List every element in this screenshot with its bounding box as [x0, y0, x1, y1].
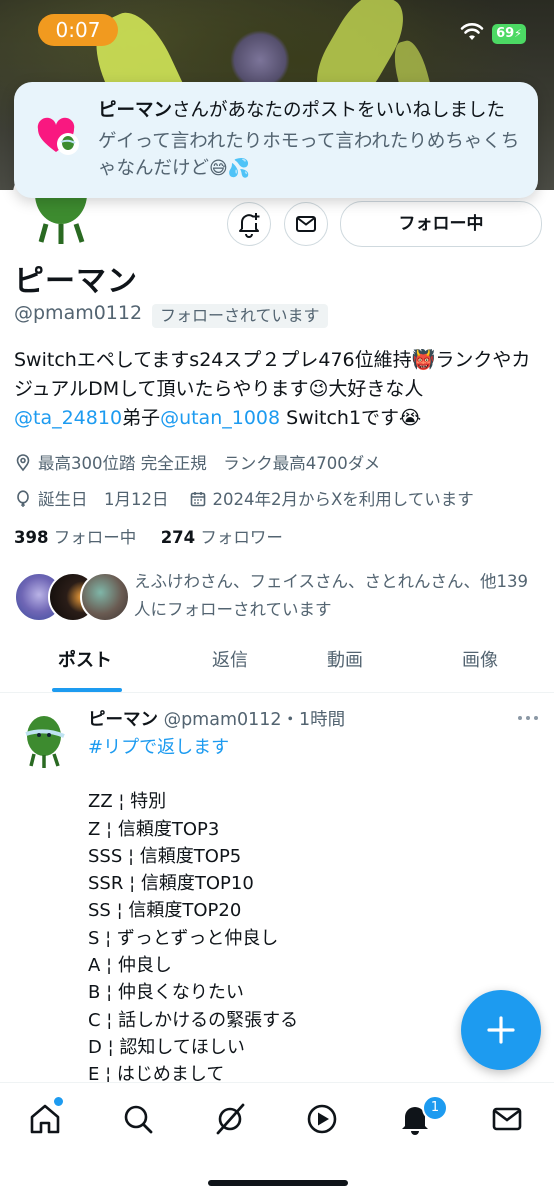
post-text-line: SSR ¦ 信頼度TOP10 [88, 873, 254, 895]
bio-mention-link[interactable]: @utan_1008 [160, 407, 280, 429]
followers-link[interactable]: 274 フォロワー [161, 528, 283, 547]
post-text-line: SSS ¦ 信頼度TOP5 [88, 845, 242, 867]
video-play-icon[interactable] [302, 1099, 342, 1139]
bio-emoji: 😭 [399, 407, 422, 429]
bio-text: Switchエペしてますs24スプ２プレ476位維持 [14, 349, 412, 371]
notification-post-text: ゲイって言われたりホモって言われたりめちゃくちゃなんだけど [98, 131, 520, 179]
bio-emoji: 😉 [308, 378, 329, 400]
bio-text: 大好きな人 [328, 378, 424, 400]
message-button[interactable] [284, 202, 328, 246]
post-author-name[interactable]: ピーマン [88, 710, 158, 730]
notify-button[interactable] [227, 202, 271, 246]
status-bar: 0:07 69⚡ [0, 0, 554, 60]
post-text-line: SS ¦ 信頼度TOP20 [88, 900, 242, 922]
post-author-avatar[interactable] [14, 708, 76, 770]
notification-user-name: ピーマン [98, 100, 173, 121]
bio-mention-link[interactable]: @ta_24810 [14, 407, 122, 429]
location-text: 最高300位踏 完全正規 ランク最高4700ダメ [38, 454, 381, 473]
notification-emoji: 😅💦 [209, 158, 251, 179]
balloon-icon [17, 490, 29, 507]
post-text-line: S ¦ ずっとずっと仲良し [88, 927, 279, 949]
tab-images[interactable]: 画像 [415, 636, 545, 692]
profile-location: 最高300位踏 完全正規 ランク最高4700ダメ [14, 450, 380, 474]
heart-like-icon [37, 117, 79, 155]
post-hashtag-link[interactable]: #リプで返します [88, 734, 528, 761]
notifications-count-badge: 1 [422, 1095, 448, 1121]
bio-text: Switch1です [280, 407, 400, 429]
tab-videos[interactable]: 動画 [280, 636, 410, 692]
more-options-icon[interactable] [514, 708, 542, 728]
tab-posts[interactable]: ポスト [20, 636, 150, 692]
profile-birthday-joined: 誕生日 1月12日 2024年2月からXを利用しています [14, 486, 474, 510]
profile-display-name: ピーマン [14, 264, 138, 299]
following-button[interactable]: フォロー中 [340, 201, 542, 247]
follows-you-badge: フォローされています [152, 304, 328, 328]
wifi-icon [460, 23, 484, 40]
follow-counts: 398 フォロー中 274 フォロワー [14, 524, 283, 548]
home-unread-dot [52, 1095, 65, 1108]
birthday-text: 誕生日 1月12日 [38, 490, 169, 509]
followers-you-know[interactable]: えふけわさん、フェイスさん、さとれんさん、他139人にフォローされています [14, 568, 544, 628]
messages-mail-icon[interactable] [487, 1099, 527, 1139]
location-pin-icon [16, 454, 30, 472]
bio-text: 弟子 [122, 407, 161, 429]
post-text-line: A ¦ 仲良し [88, 955, 172, 977]
follower-avatar [80, 572, 130, 622]
bio-emoji: 👹 [411, 349, 436, 371]
notification-body: ゲイって言われたりホモって言われたりめちゃくちゃなんだけど😅💦 [98, 128, 528, 182]
status-time: 0:07 [38, 14, 118, 46]
calendar-icon [190, 492, 205, 507]
bell-plus-icon [239, 213, 260, 238]
home-indicator-bar [208, 1180, 348, 1186]
search-icon[interactable] [118, 1099, 158, 1139]
post-text-line: ZZ ¦ 特別 [88, 791, 167, 813]
battery-indicator: 69⚡ [492, 24, 526, 44]
notification-action-text: さんがあなたのポストをいいねしました [172, 100, 506, 121]
post-header: ピーマン @pmam0112・1時間 [88, 706, 345, 731]
active-tab-indicator [52, 688, 122, 692]
grok-icon[interactable] [210, 1099, 250, 1139]
joined-text: 2024年2月からXを利用しています [212, 490, 474, 509]
compose-post-button[interactable] [461, 990, 541, 1070]
mail-icon [296, 216, 316, 232]
profile-bio: Switchエペしてますs24スプ２プレ476位維持👹ランクやカジュアルDMして… [14, 346, 540, 433]
post-text-line: B ¦ 仲良くなりたい [88, 982, 244, 1004]
like-notification-banner[interactable]: ピーマンさんがあなたのポストをいいねしました ゲイって言われたりホモって言われた… [14, 82, 538, 198]
profile-tabs: ポスト 返信 動画 画像 [0, 636, 554, 693]
plus-icon [487, 1016, 515, 1044]
post-text-line: Z ¦ 信頼度TOP3 [88, 818, 220, 840]
tab-replies[interactable]: 返信 [165, 636, 295, 692]
followers-you-know-text: えふけわさん、フェイスさん、さとれんさん、他139人にフォローされています [134, 572, 528, 619]
following-link[interactable]: 398 フォロー中 [14, 528, 136, 547]
notification-title: ピーマンさんがあなたのポストをいいねしました [98, 98, 528, 124]
post-author-handle-time: @pmam0112・1時間 [163, 710, 346, 730]
profile-handle: @pmam0112 [14, 302, 143, 324]
